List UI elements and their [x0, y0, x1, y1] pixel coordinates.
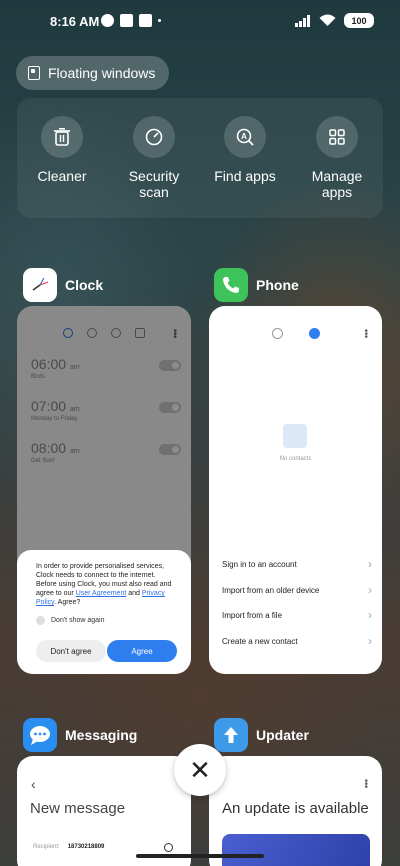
- updater-app-name: Updater: [256, 727, 309, 743]
- recipient-field[interactable]: Recipient: 18730218809: [33, 844, 104, 850]
- dont-show-again-option[interactable]: Don't show again: [36, 616, 104, 625]
- dont-agree-button[interactable]: Don't agree: [36, 640, 106, 662]
- dont-show-checkbox[interactable]: [36, 616, 45, 625]
- wifi-icon: [319, 14, 336, 26]
- floating-windows-button[interactable]: Floating windows: [16, 56, 170, 90]
- clock-app-name: Clock: [65, 277, 104, 293]
- manage-apps-tool[interactable]: Manage apps: [297, 116, 377, 200]
- phone-app-header[interactable]: Phone: [214, 268, 299, 302]
- messaging-app-card[interactable]: ‹ New message Recipient: 18730218809: [17, 756, 191, 866]
- find-apps-tool[interactable]: A Find apps: [205, 116, 285, 184]
- contact-picker-icon[interactable]: [164, 843, 173, 852]
- updater-app-header[interactable]: Updater: [214, 718, 309, 752]
- search-apps-icon: A: [224, 116, 266, 158]
- more-options-icon[interactable]: • • •: [364, 777, 368, 793]
- notification-icons: [101, 14, 161, 27]
- trash-icon: [41, 116, 83, 158]
- new-message-title: New message: [30, 800, 126, 817]
- manage-apps-label: Manage apps: [311, 168, 363, 200]
- agree-button[interactable]: Agree: [107, 640, 177, 662]
- empty-contacts-icon: [283, 424, 307, 448]
- contacts-tab-icon[interactable]: [308, 328, 320, 339]
- back-icon[interactable]: ‹: [31, 776, 36, 792]
- clock-app-card[interactable]: • • • 06:00 am Birds 07:00 am Monday to Fr…: [17, 306, 191, 674]
- signal-icon: [295, 14, 310, 27]
- grid-icon: [316, 116, 358, 158]
- square-notification-icon: [120, 14, 133, 27]
- clock-app-icon: [23, 268, 57, 302]
- floating-windows-label: Floating windows: [48, 65, 156, 81]
- phone-app-icon: [214, 268, 248, 302]
- security-scan-label: Security scan: [128, 168, 180, 200]
- phone-tabs: [209, 328, 382, 339]
- phone-app-card[interactable]: ••• No contacts Sign in to an account Im…: [209, 306, 382, 674]
- upload-notification-icon: [139, 14, 152, 27]
- sign-in-account-item[interactable]: Sign in to an account: [222, 557, 372, 571]
- recents-tab-icon[interactable]: [271, 328, 283, 339]
- updater-app-card[interactable]: • • • An update is available: [209, 756, 382, 866]
- dialog-message: In order to provide personalised service…: [36, 562, 176, 607]
- svg-text:A: A: [241, 132, 247, 141]
- messaging-app-header[interactable]: Messaging: [23, 718, 137, 752]
- messaging-app-name: Messaging: [65, 727, 138, 743]
- close-all-button[interactable]: ✕: [174, 744, 226, 796]
- cleaner-tool[interactable]: Cleaner: [22, 116, 102, 184]
- shield-icon: [133, 116, 175, 158]
- import-file-item[interactable]: Import from a file: [222, 608, 372, 622]
- update-banner: [222, 834, 370, 866]
- update-available-title: An update is available: [222, 800, 369, 817]
- home-indicator[interactable]: [136, 854, 264, 858]
- quick-tools-panel: Cleaner Security scan A Find apps Manage…: [17, 98, 383, 218]
- more-options-icon[interactable]: • • •: [364, 327, 368, 343]
- status-bar: 8:16 AM 100: [0, 0, 400, 44]
- updater-app-icon: [214, 718, 248, 752]
- create-contact-item[interactable]: Create a new contact: [222, 634, 372, 648]
- floating-window-icon: [28, 66, 40, 80]
- security-scan-tool[interactable]: Security scan: [114, 116, 194, 200]
- app-notification-icon: [101, 14, 114, 27]
- phone-app-name: Phone: [256, 277, 299, 293]
- messaging-app-icon: [23, 718, 57, 752]
- dialog-text: . Agree?: [54, 599, 81, 606]
- network-permission-dialog: In order to provide personalised service…: [17, 550, 191, 674]
- find-apps-label: Find apps: [214, 168, 276, 184]
- recipient-value: 18730218809: [67, 844, 105, 850]
- clock-app-header[interactable]: Clock: [23, 268, 103, 302]
- status-time: 8:16 AM: [50, 14, 100, 29]
- battery-icon: 100: [344, 13, 374, 28]
- user-agreement-link[interactable]: User Agreement: [76, 590, 127, 597]
- more-notifications-icon: [158, 19, 161, 22]
- no-contacts-text: No contacts: [279, 456, 312, 462]
- dont-show-label: Don't show again: [51, 617, 105, 624]
- dialog-text: and: [126, 590, 142, 597]
- cleaner-label: Cleaner: [37, 168, 87, 184]
- system-icons: 100: [295, 13, 374, 28]
- import-older-device-item[interactable]: Import from an older device: [222, 583, 372, 597]
- recipient-label: Recipient:: [33, 844, 60, 850]
